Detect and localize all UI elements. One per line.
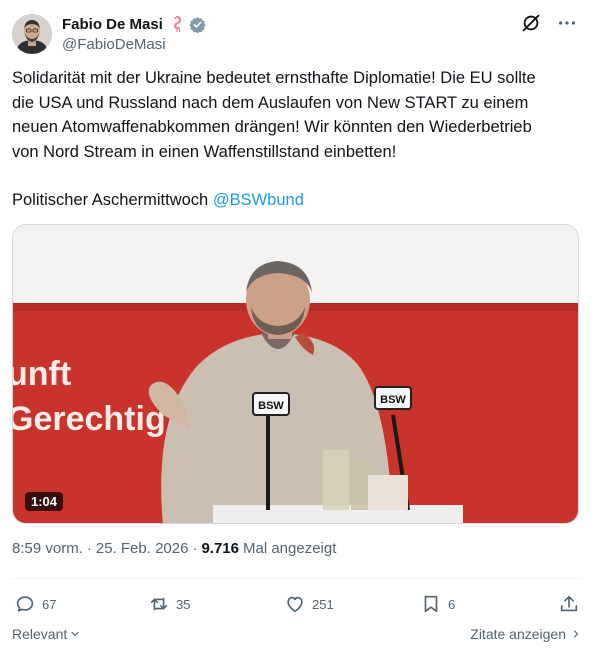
verified-badge-icon	[189, 16, 206, 33]
tweet-text-line: neuen Atomwaffenabkommen drängen! Wir kö…	[12, 118, 532, 136]
bookmark-count: 6	[448, 596, 456, 612]
more-options-icon[interactable]	[556, 12, 578, 34]
like-button[interactable]: 251	[284, 593, 334, 615]
meta-separator: ·	[192, 540, 198, 557]
reply-button[interactable]: 67	[14, 593, 56, 615]
tweet-text-line: die USA und Russland nach dem Auslaufen …	[12, 93, 529, 112]
video-player[interactable]: unft Gerechtig BSW BSW 1:04	[12, 224, 579, 524]
reply-count: 67	[42, 596, 57, 612]
mention-link[interactable]: @BSWbund	[213, 191, 304, 209]
action-bar: 67 35 251 6	[14, 590, 580, 618]
banner-text-2: Gerechtig	[13, 400, 166, 438]
tweet-date[interactable]: 25. Feb. 2026	[96, 540, 189, 557]
sort-dropdown[interactable]: Relevant	[12, 626, 81, 642]
tweet-text-line: Solidarität mit der Ukraine bedeutet ern…	[12, 69, 536, 87]
divider	[12, 578, 582, 579]
tweet-time[interactable]: 8:59 vorm.	[12, 540, 83, 557]
meta-separator: ·	[86, 540, 92, 557]
author-display-name[interactable]: Fabio De Masi	[62, 16, 163, 33]
share-icon	[560, 595, 578, 612]
tweet-header: Fabio De Masi @FabioDeMasi	[12, 12, 582, 56]
chevron-down-icon	[71, 631, 79, 637]
tweet-meta: 8:59 vorm. · 25. Feb. 2026 · 9.716 Mal a…	[12, 540, 336, 557]
flamingo-icon	[167, 15, 185, 33]
repost-button[interactable]: 35	[148, 593, 190, 615]
views-count: 9.716	[201, 540, 239, 557]
bookmark-button[interactable]: 6	[420, 593, 455, 615]
banner-text-1: unft	[13, 355, 71, 393]
author-block[interactable]: Fabio De Masi @FabioDeMasi	[62, 14, 206, 53]
tweet-text-line: von Nord Stream in einen Waffenstillstan…	[12, 142, 397, 161]
like-count: 251	[312, 596, 334, 612]
views-label: Mal angezeigt	[243, 540, 337, 557]
avatar[interactable]	[12, 14, 52, 54]
repost-count: 35	[176, 596, 191, 612]
quotes-link[interactable]: Zitate anzeigen	[470, 626, 582, 642]
tweet-text-prefix: Politischer Aschermittwoch	[12, 191, 209, 209]
replies-footer: Relevant Zitate anzeigen	[12, 626, 582, 646]
repost-icon	[150, 597, 168, 611]
chevron-right-icon	[573, 630, 579, 638]
reply-icon	[16, 596, 34, 612]
bookmark-icon	[424, 595, 438, 613]
tweet-text: Solidarität mit der Ukraine bedeutet ern…	[12, 66, 580, 213]
heart-icon	[287, 596, 303, 613]
grok-icon[interactable]	[520, 12, 542, 34]
author-handle[interactable]: @FabioDeMasi	[62, 36, 206, 53]
video-duration: 1:04	[25, 492, 64, 511]
quotes-label: Zitate anzeigen	[470, 626, 566, 642]
sort-label: Relevant	[12, 626, 68, 642]
mic-label-2: BSW	[380, 394, 406, 406]
tweet-text-line: Politischer Aschermittwoch @BSWbund	[12, 188, 580, 213]
mic-label-1: BSW	[258, 400, 284, 412]
share-button[interactable]	[558, 593, 580, 615]
